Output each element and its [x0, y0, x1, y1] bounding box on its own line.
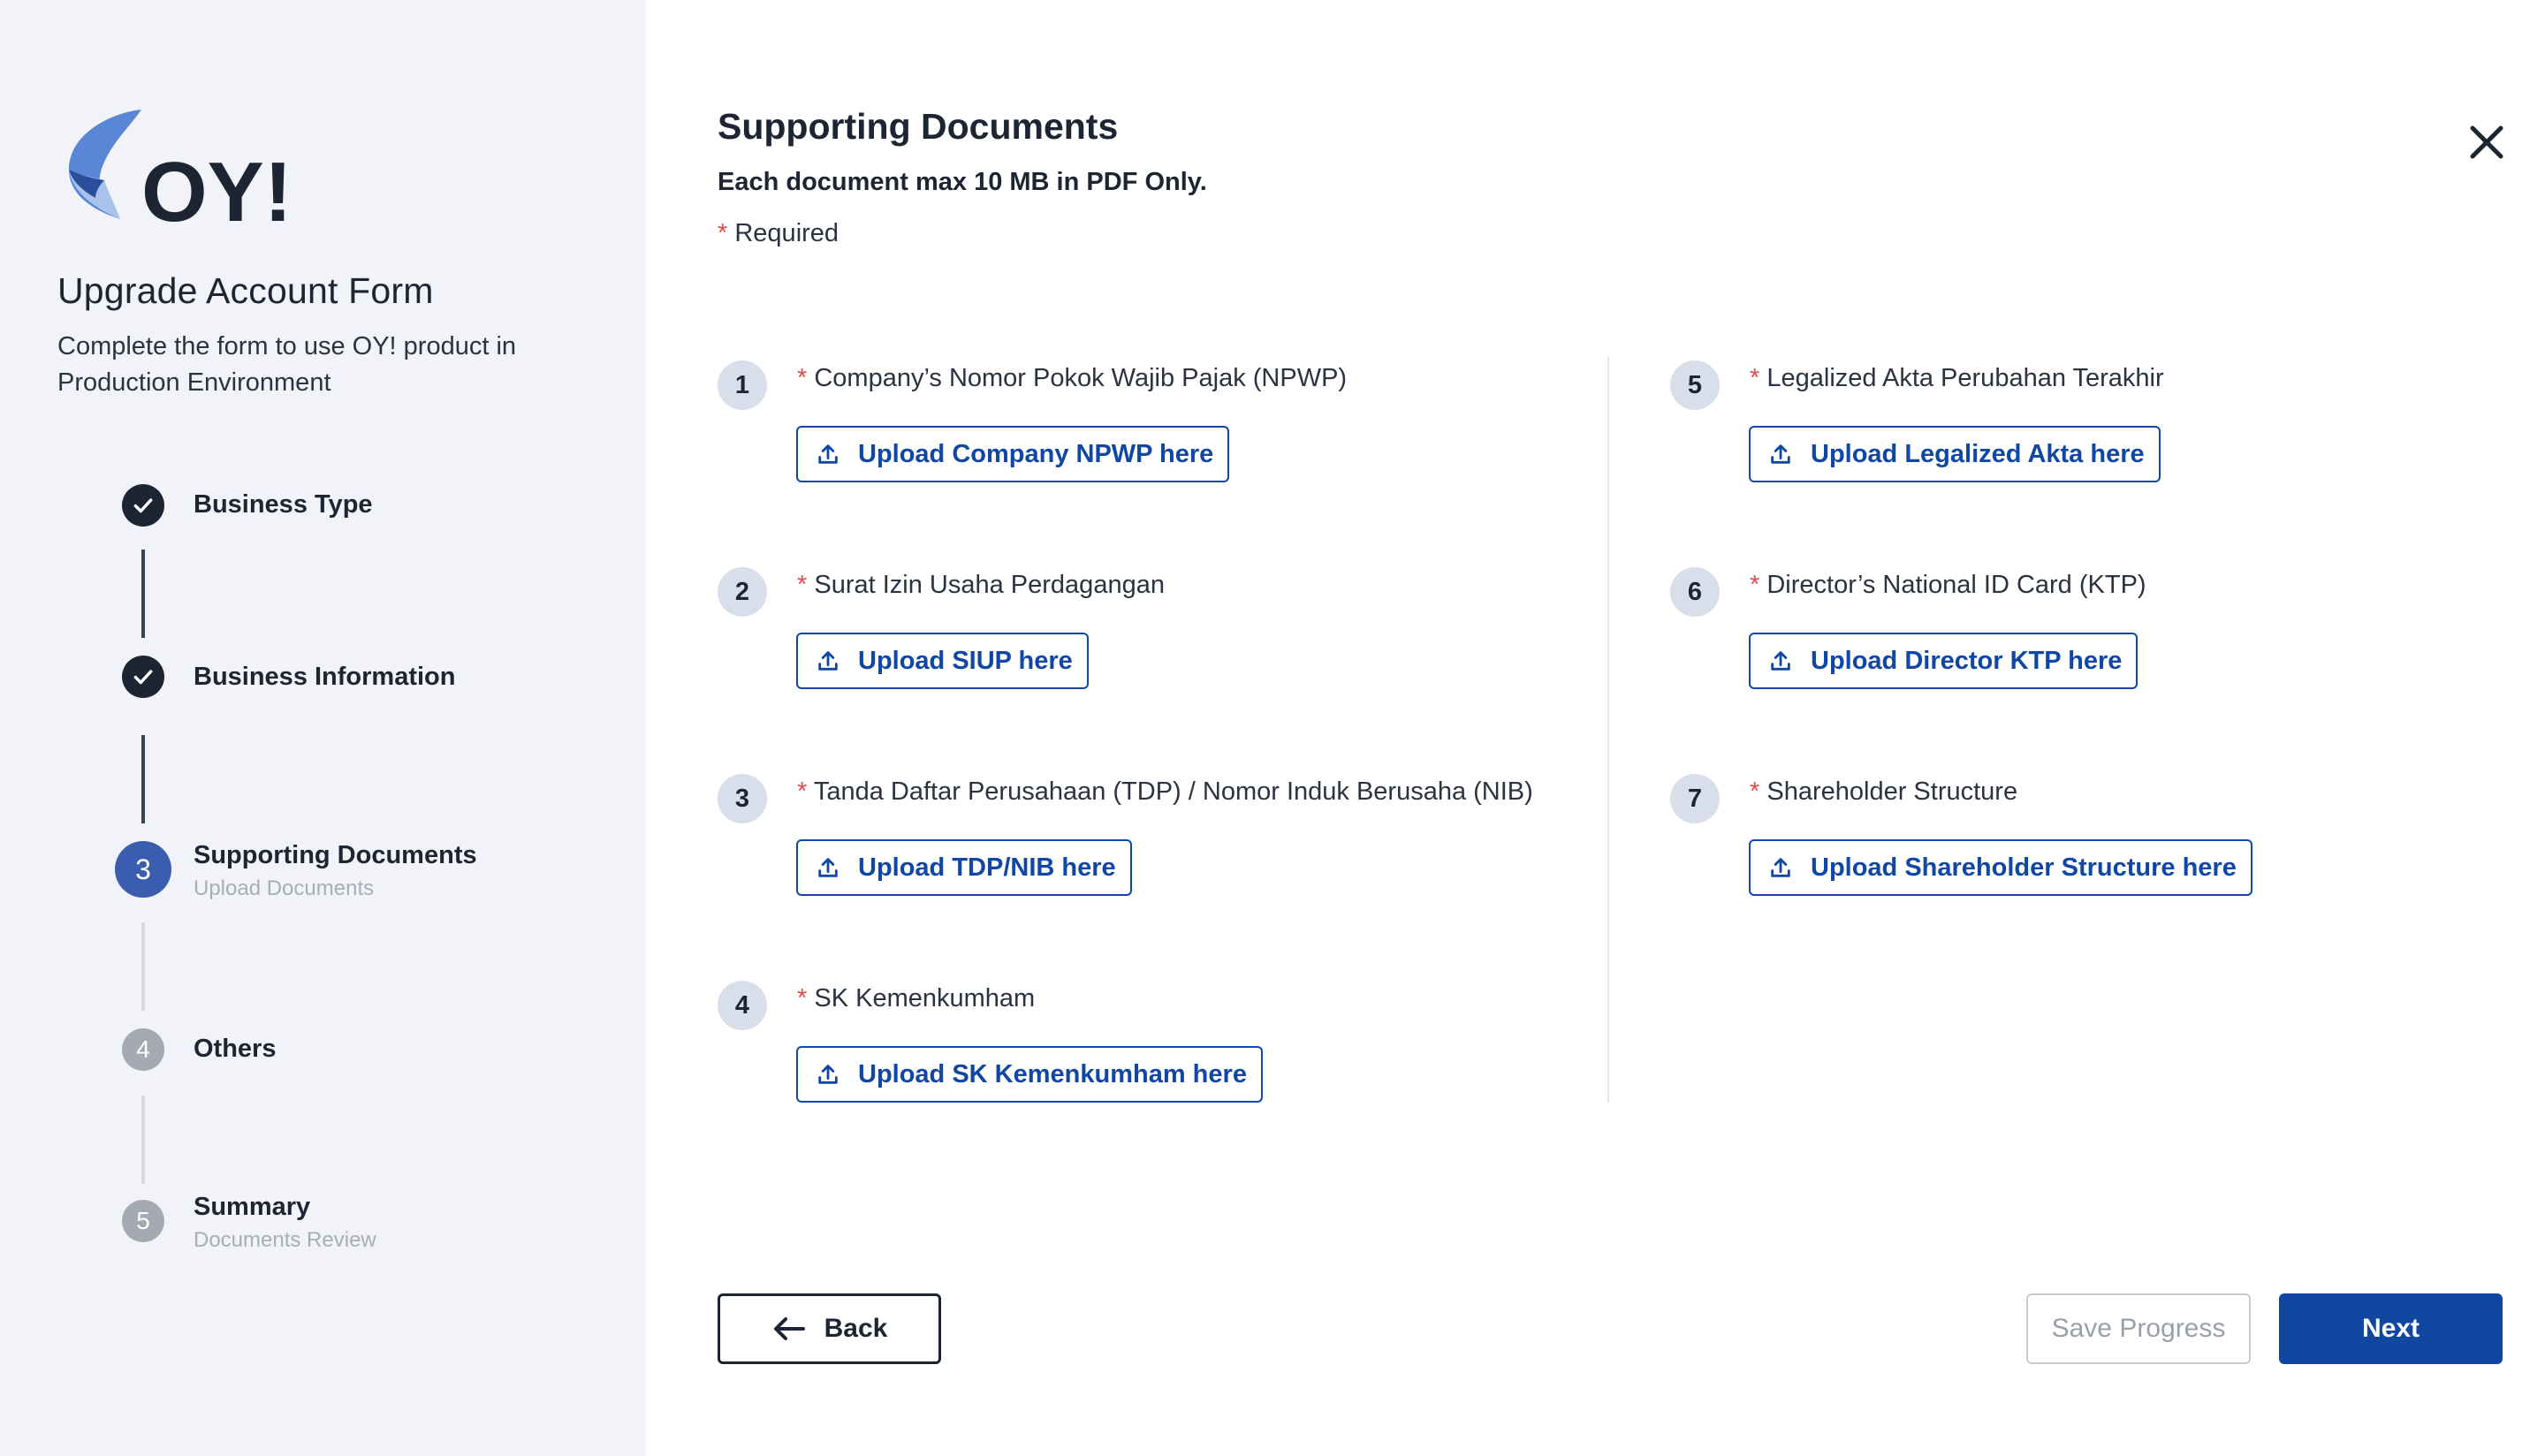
upload-icon [1766, 440, 1795, 468]
main-panel: Supporting Documents Each document max 1… [646, 0, 2545, 1456]
document-label: * SK Kemenkumham [797, 984, 1036, 1012]
document-label: * Director’s National ID Card (KTP) [1750, 571, 2146, 599]
upload-icon [814, 853, 842, 882]
document-number: 1 [718, 360, 767, 410]
form-title: Upgrade Account Form [57, 270, 434, 311]
required-note: * Required [718, 219, 839, 248]
document-label: * Legalized Akta Perubahan Terakhir [1750, 364, 2164, 392]
form-description: Complete the form to use OY! product in … [57, 332, 517, 397]
page-title: Supporting Documents [718, 106, 1119, 147]
document-label: * Company’s Nomor Pokok Wajib Pajak (NPW… [797, 364, 1348, 392]
upload-button-label: Upload Company NPWP here [858, 439, 1214, 468]
step-label: Business Information [194, 663, 456, 691]
back-button[interactable]: Back [718, 1293, 941, 1364]
upload-npwp-button[interactable]: Upload Company NPWP here [796, 426, 1230, 482]
step-label: Others [194, 1035, 277, 1063]
document-number: 4 [718, 981, 767, 1030]
step-number: 4 [122, 1028, 164, 1071]
document-label: * Shareholder Structure [1750, 777, 2018, 806]
document-number: 7 [1670, 774, 1720, 823]
upload-legalized-akta-button[interactable]: Upload Legalized Akta here [1749, 426, 2161, 482]
upload-shareholder-structure-button[interactable]: Upload Shareholder Structure here [1749, 839, 2253, 896]
upload-button-label: Upload Legalized Akta here [1811, 439, 2145, 468]
step-connector [141, 1096, 145, 1184]
step-label: Business Type [194, 490, 373, 519]
close-icon [2470, 125, 2503, 159]
step-label: Summary [194, 1193, 311, 1221]
oy-logo: OY! [64, 106, 293, 230]
save-progress-button[interactable]: Save Progress [2026, 1293, 2251, 1364]
step-sublabel: Upload Documents [194, 876, 375, 900]
upload-icon [814, 440, 842, 468]
required-asterisk: * [718, 219, 728, 247]
required-label: Required [734, 219, 839, 247]
next-button[interactable]: Next [2279, 1293, 2503, 1364]
upload-icon [814, 647, 842, 675]
upload-siup-button[interactable]: Upload SIUP here [796, 633, 1089, 689]
upload-button-label: Upload Director KTP here [1811, 646, 2123, 675]
document-number: 6 [1670, 567, 1720, 617]
arrow-left-icon [773, 1317, 805, 1340]
step-connector [141, 922, 145, 1011]
upload-sk-kemenkumham-button[interactable]: Upload SK Kemenkumham here [796, 1046, 1263, 1103]
upload-director-ktp-button[interactable]: Upload Director KTP here [1749, 633, 2139, 689]
document-label: * Surat Izin Usaha Perdagangan [797, 571, 1165, 599]
document-label: * Tanda Daftar Perusahaan (TDP) / Nomor … [797, 777, 1533, 806]
upload-icon [1766, 647, 1795, 675]
document-number: 5 [1670, 360, 1720, 410]
upload-button-label: Upload SK Kemenkumham here [858, 1059, 1247, 1088]
step-connector [141, 550, 145, 638]
upload-button-label: Upload Shareholder Structure here [1811, 853, 2237, 882]
step-check-icon [122, 484, 164, 527]
step-check-icon [122, 656, 164, 698]
sidebar: OY! Upgrade Account Form Complete the fo… [0, 0, 646, 1456]
upload-icon [814, 1060, 842, 1088]
back-button-label: Back [824, 1314, 888, 1343]
step-label: Supporting Documents [194, 841, 477, 869]
logo-text: OY! [141, 145, 292, 230]
document-number: 2 [718, 567, 767, 617]
upload-tdp-nib-button[interactable]: Upload TDP/NIB here [796, 839, 1132, 896]
upload-button-label: Upload TDP/NIB here [858, 853, 1116, 882]
step-sublabel: Documents Review [194, 1228, 376, 1252]
page-subtitle: Each document max 10 MB in PDF Only. [718, 168, 1207, 196]
upload-icon [1766, 853, 1795, 882]
column-divider [1607, 357, 1609, 1103]
close-button[interactable] [2463, 118, 2511, 166]
step-number: 3 [115, 841, 171, 898]
step-connector [141, 735, 145, 823]
step-number: 5 [122, 1200, 164, 1242]
upload-button-label: Upload SIUP here [858, 646, 1073, 675]
document-number: 3 [718, 774, 767, 823]
